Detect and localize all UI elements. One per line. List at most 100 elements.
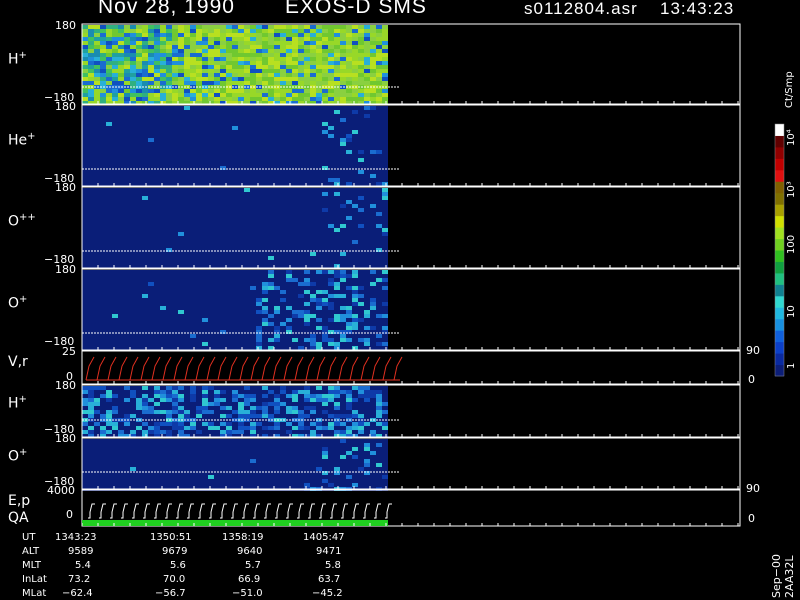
heat-cell [136,443,142,447]
heat-cell [136,45,142,49]
heat-cell [124,256,130,260]
heat-cell [376,220,382,224]
heat-cell [130,170,136,174]
heat-cell [316,426,322,430]
heat-cell [274,314,280,318]
heat-cell [244,77,250,81]
heat-cell [196,220,202,224]
heat-cell [370,45,376,49]
heat-cell [346,338,352,342]
heat-cell [310,342,316,346]
heat-cell [112,342,118,346]
heat-cell [154,306,160,310]
heat-cell [322,224,328,228]
heat-cell [208,414,214,418]
heat-cell [82,386,88,390]
heat-cell [280,81,286,85]
heat-cell [358,146,364,150]
heat-cell [208,208,214,212]
heat-cell [172,282,178,286]
heat-cell [208,298,214,302]
heat-cell [82,463,88,467]
heat-cell [364,114,370,118]
heat-cell [274,77,280,81]
heat-cell [328,158,334,162]
heat-cell [256,138,262,142]
heat-cell [280,97,286,101]
heat-cell [136,126,142,130]
heat-cell [94,65,100,69]
heat-cell [340,162,346,166]
heat-cell [286,49,292,53]
heat-cell [316,182,322,186]
heat-cell [82,398,88,402]
heat-cell [370,208,376,212]
heat-cell [202,182,208,186]
heat-cell [304,49,310,53]
heat-cell [370,118,376,122]
heat-cell [238,170,244,174]
heat-cell [346,270,352,274]
heat-cell [196,53,202,57]
heat-cell [334,204,340,208]
heat-cell [136,73,142,77]
heat-cell [292,208,298,212]
heat-cell [100,192,106,196]
heat-cell [334,244,340,248]
heat-cell [364,49,370,53]
heat-cell [82,142,88,146]
heat-cell [244,232,250,236]
heat-cell [100,196,106,200]
heat-cell [172,97,178,101]
heat-cell [298,264,304,268]
heat-cell [184,430,190,434]
heat-cell [178,114,184,118]
heat-cell [340,53,346,57]
heat-cell [346,29,352,33]
heat-cell [346,49,352,53]
heat-cell [322,232,328,236]
heat-cell [256,170,262,174]
heat-cell [298,406,304,410]
heat-cell [94,264,100,268]
heat-cell [340,146,346,150]
heat-cell [382,188,388,192]
heat-cell [238,122,244,126]
heat-cell [118,61,124,65]
heat-cell [202,57,208,61]
heat-cell [256,41,262,45]
heat-cell [190,25,196,29]
heat-cell [148,158,154,162]
heat-cell [184,224,190,228]
heat-cell [172,134,178,138]
heat-cell [154,69,160,73]
heat-cell [142,463,148,467]
heat-cell [322,89,328,93]
heat-cell [244,110,250,114]
heat-cell [340,134,346,138]
heat-cell [310,192,316,196]
heat-cell [166,422,172,426]
heat-cell [322,302,328,306]
heat-cell [226,346,232,350]
heat-cell [256,33,262,37]
heat-cell [262,326,268,330]
heat-cell [88,274,94,278]
heat-cell [334,93,340,97]
heat-cell [202,170,208,174]
heat-cell [142,45,148,49]
heat-cell [160,33,166,37]
heat-cell [196,310,202,314]
heat-cell [256,220,262,224]
heat-cell [160,77,166,81]
heat-cell [148,410,154,414]
heat-cell [172,81,178,85]
heat-cell [328,61,334,65]
heat-cell [322,114,328,118]
heat-cell [88,310,94,314]
heat-cell [142,467,148,471]
heat-cell [334,298,340,302]
heat-cell [112,45,118,49]
heat-cell [310,33,316,37]
heat-cell [304,77,310,81]
